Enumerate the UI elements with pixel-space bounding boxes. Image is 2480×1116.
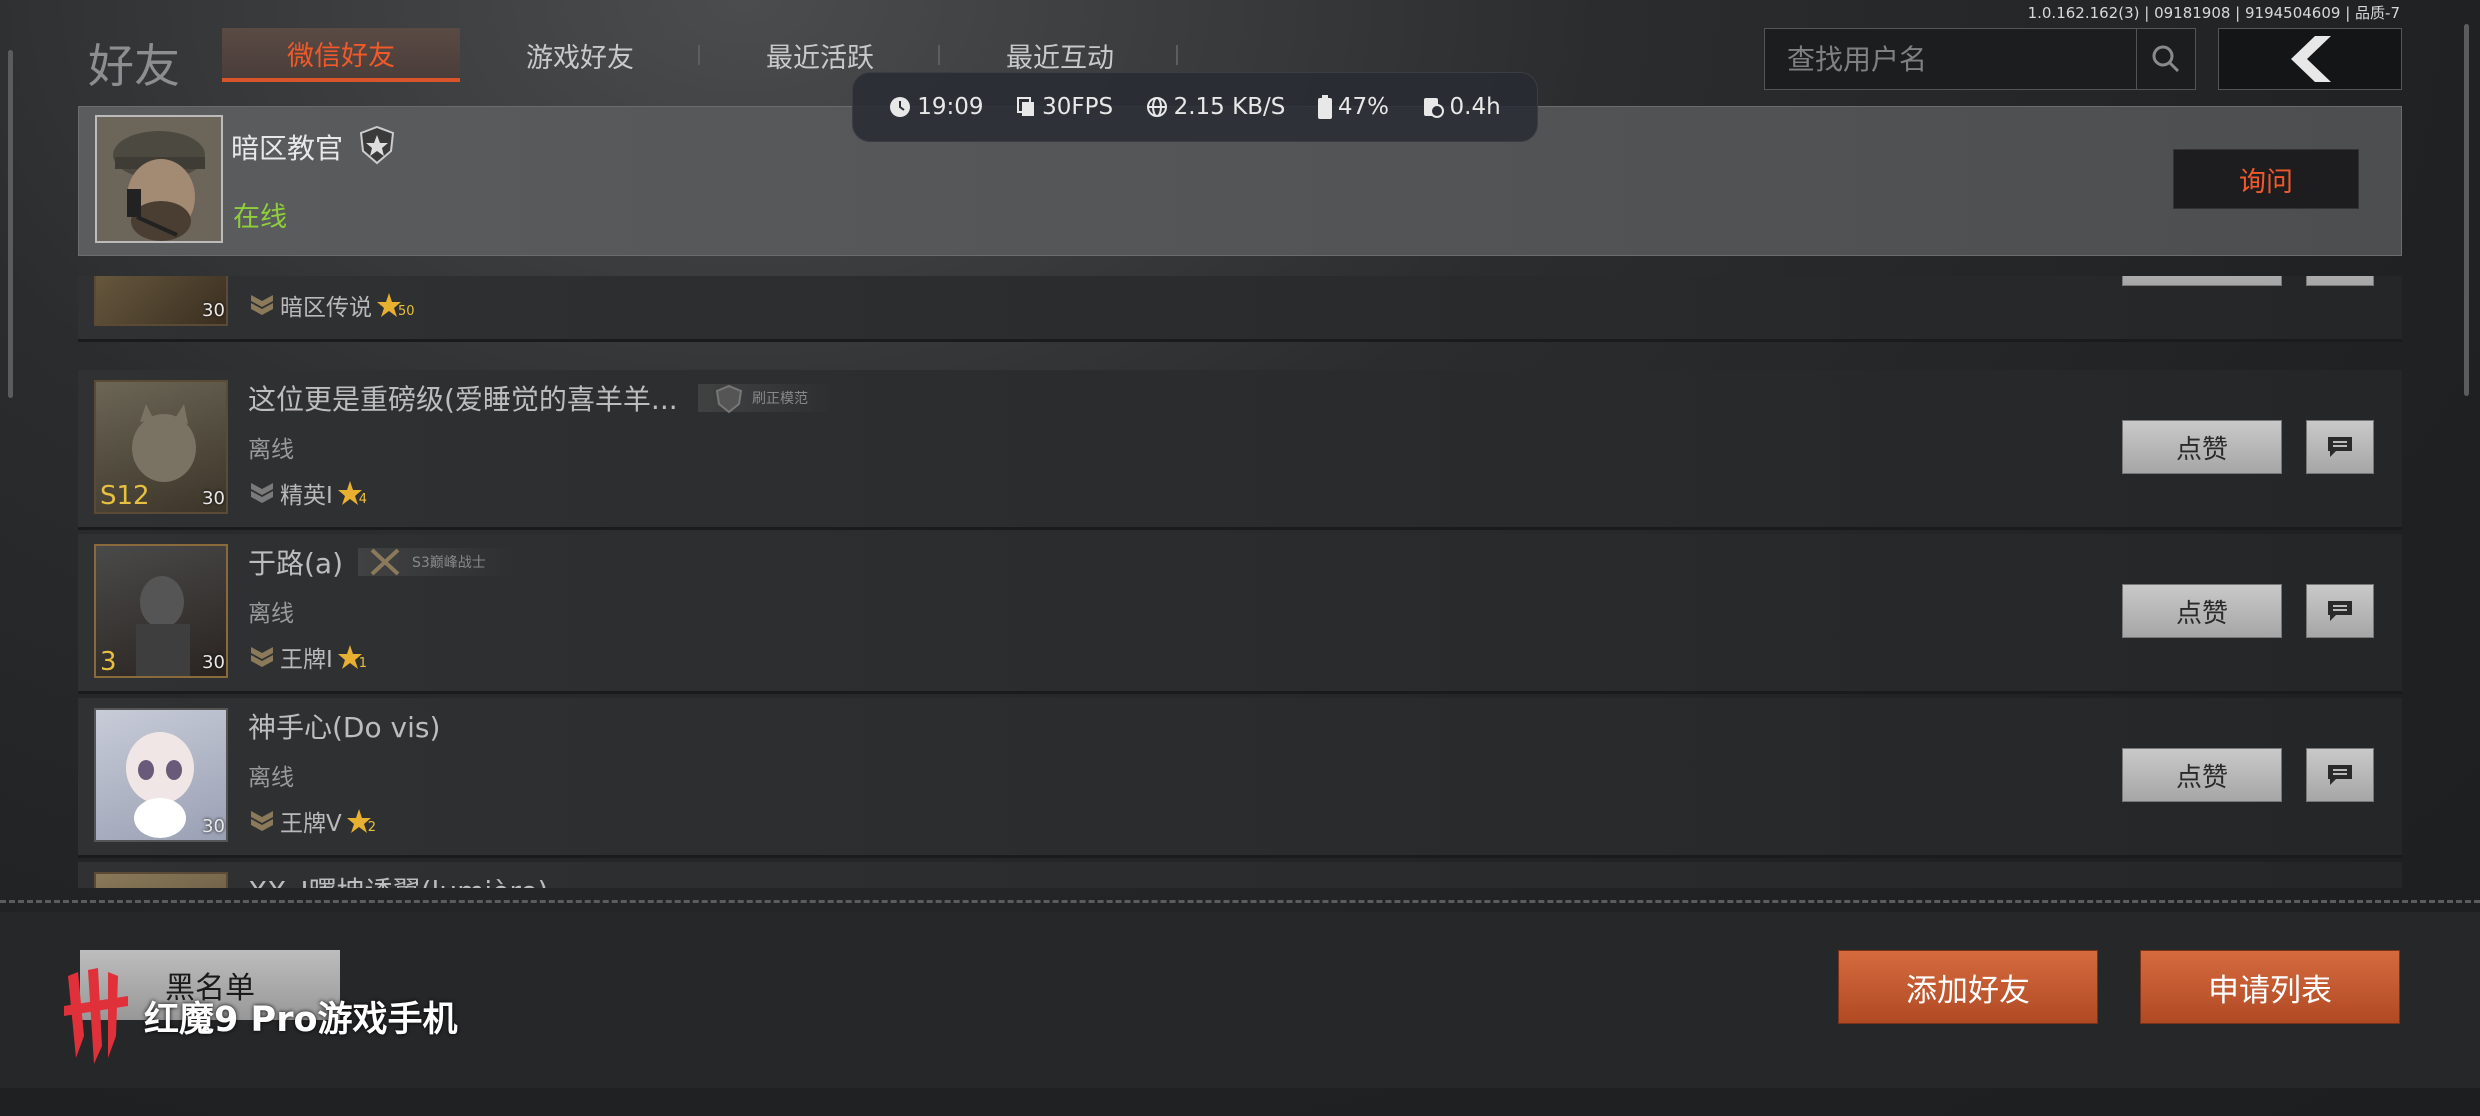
status-text: 离线	[248, 601, 294, 627]
list-item[interactable]: XX_J曙坤诱翼(lumière)	[78, 862, 2402, 888]
tab-separator	[698, 45, 700, 65]
rank-label: 王牌I 1	[248, 640, 367, 674]
message-button[interactable]	[2306, 420, 2374, 474]
message-icon	[2328, 765, 2352, 785]
star-count: 1	[358, 655, 368, 671]
message-icon	[2328, 601, 2352, 621]
playtime-icon	[1423, 98, 1444, 118]
avatar[interactable]	[95, 115, 223, 243]
page-title: 好友	[88, 39, 180, 93]
search-box	[1764, 28, 2196, 90]
network-text: 2.15 KB/S	[1173, 94, 1286, 120]
rank-label: 王牌V 2	[248, 804, 376, 838]
rank-label: 暗区传说 50	[248, 288, 415, 322]
online-status: 在线	[233, 202, 287, 233]
search-button[interactable]	[2136, 29, 2195, 89]
rank-shield-icon	[359, 125, 395, 165]
level-text: 30	[202, 300, 225, 321]
search-icon	[2152, 45, 2180, 73]
brand-watermark: 红魔9 Pro游戏手机	[62, 966, 458, 1066]
friend-name: 暗区教官	[231, 132, 344, 165]
fps-text: 30FPS	[1042, 94, 1114, 120]
rank-name: 王牌V	[280, 811, 342, 837]
friend-name: XX_J曙坤诱翼(lumière)	[248, 870, 548, 888]
time-text: 19:09	[917, 94, 984, 120]
badge-shield-icon	[715, 384, 743, 414]
message-icon	[2328, 437, 2352, 457]
star-count: 4	[358, 491, 368, 507]
battery-text: 47%	[1337, 94, 1389, 120]
rank-emblem-icon	[251, 647, 273, 667]
status-text: 离线	[248, 437, 294, 463]
friend-name: 神手心(Do vis)	[248, 711, 441, 744]
title-badge: 刷正模范	[698, 384, 838, 414]
level-text: 30	[202, 488, 225, 509]
svg-text:3: 3	[100, 647, 117, 676]
list-item[interactable]: S12 30 这位更是重磅级(爱睡觉的喜羊羊... 刷正模范 离线 精英I 4 …	[78, 370, 2402, 530]
back-arrow-icon	[2291, 36, 2331, 82]
friend-name: 这位更是重磅级(爱睡觉的喜羊羊...	[248, 383, 678, 416]
crossed-swords-icon	[370, 548, 400, 576]
rank-emblem-icon	[251, 295, 273, 315]
like-button[interactable]: 点赞	[2122, 748, 2282, 802]
rank-emblem-icon	[251, 811, 273, 831]
tab-separator	[1176, 45, 1178, 65]
performance-overlay: 19:09 30FPS 2.15 KB/S 47% 0.4h	[852, 72, 1538, 142]
svg-text:S12: S12	[100, 481, 150, 511]
globe-icon	[1146, 97, 1167, 117]
brand-text: 红魔9 Pro游戏手机	[144, 999, 458, 1040]
like-button[interactable]: 点赞	[2122, 584, 2282, 638]
message-button[interactable]	[2306, 748, 2374, 802]
status-text: 离线	[248, 765, 294, 791]
level-text: 30	[202, 816, 225, 837]
red-magic-logo-icon	[64, 968, 128, 1064]
add-friend-button[interactable]: 添加好友	[1838, 950, 2098, 1024]
message-button[interactable]	[2306, 584, 2374, 638]
star-count: 2	[367, 819, 377, 835]
rank-name: 王牌I	[280, 647, 333, 673]
request-list-button[interactable]: 申请列表	[2140, 950, 2400, 1024]
playtime-text: 0.4h	[1449, 94, 1501, 120]
like-button[interactable]: 点赞	[2122, 420, 2282, 474]
tab-game-friends[interactable]: 游戏好友	[500, 28, 660, 82]
rank-label: 精英I 4	[248, 476, 367, 510]
level-text: 30	[202, 652, 225, 673]
rank-name: 暗区传说	[280, 295, 372, 321]
search-input[interactable]	[1765, 29, 2136, 89]
rank-emblem-icon	[251, 483, 273, 503]
battery-icon	[1317, 95, 1332, 119]
left-scrollbar[interactable]	[8, 50, 13, 398]
title-badge: S3巅峰战士	[358, 548, 516, 576]
message-button[interactable]	[2306, 276, 2374, 286]
fps-icon	[1017, 97, 1035, 116]
clock-icon	[890, 97, 911, 117]
tab-wechat-friends[interactable]: 微信好友	[222, 28, 460, 82]
tab-separator	[938, 45, 940, 65]
back-button[interactable]	[2218, 28, 2402, 90]
version-info: 1.0.162.162(3) | 09181908 | 9194504609 |…	[2027, 4, 2400, 22]
ask-button[interactable]: 询问	[2173, 149, 2359, 209]
avatar[interactable]	[94, 872, 228, 888]
friend-list[interactable]: 30 离线 暗区传说 50 点赞 S12 30 这位更是重磅级(爱睡觉的喜羊羊.…	[78, 276, 2402, 888]
star-count: 50	[398, 303, 415, 319]
list-item[interactable]: 3 30 于路(a) S3巅峰战士 离线 王牌I 1 点赞	[78, 534, 2402, 694]
like-button[interactable]: 点赞	[2122, 276, 2282, 286]
divider	[0, 900, 2480, 903]
friend-name: 于路(a)	[248, 547, 344, 580]
rank-name: 精英I	[280, 483, 333, 509]
right-scrollbar[interactable]	[2464, 24, 2469, 396]
list-item[interactable]: 30 神手心(Do vis) 离线 王牌V 2 点赞	[78, 698, 2402, 858]
list-item[interactable]: 30 离线 暗区传说 50 点赞	[78, 276, 2402, 342]
